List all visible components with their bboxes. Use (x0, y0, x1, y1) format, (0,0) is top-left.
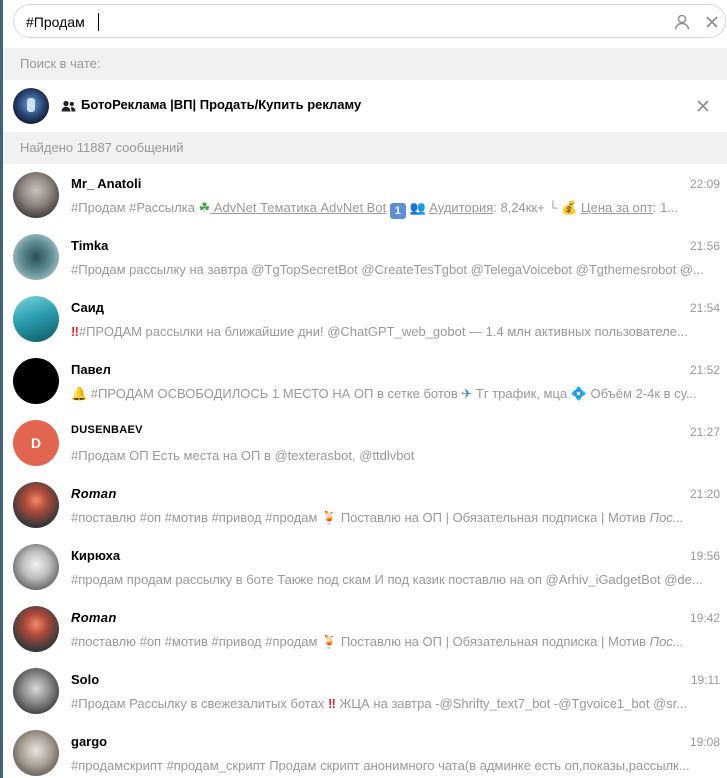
chat-title: БотоРеклама |ВП| Продать/Купить рекламу (81, 97, 362, 112)
avatar (13, 668, 59, 714)
message-time: 21:27 (689, 425, 720, 439)
list-item[interactable]: Mr_ Anatoli 22:09 #Продам #Рассылка ☘ Ad… (3, 164, 727, 226)
sender-name: Павел (71, 362, 111, 377)
preview-text: #ПРОДАМ ОСВОБОДИЛОСЬ 1 МЕСТО НА ОП в сет… (87, 386, 462, 401)
sender-name: Roman (71, 486, 117, 501)
message-preview: 🔔 #ПРОДАМ ОСВОБОДИЛОСЬ 1 МЕСТО НА ОП в с… (71, 386, 723, 402)
sender-name: Roman (71, 610, 117, 625)
search-results-list: Mr_ Anatoli 22:09 #Продам #Рассылка ☘ Ad… (3, 164, 727, 778)
preview-text: Пос... (649, 634, 684, 649)
list-item[interactable]: Solo 19:11 #Продам Рассылку в свежезалит… (3, 660, 727, 722)
list-item[interactable]: gargo 19:08 #продамскрипт #продам_скрипт… (3, 722, 727, 778)
message-preview: #поставлю #оп #мотив #привод #продам 🍹 П… (71, 510, 723, 526)
money-bag-icon: 💰 (561, 200, 582, 215)
sender-name: Кирюха (71, 548, 121, 563)
keycap-one-icon: 1 (389, 203, 406, 219)
sender-name: gargo (71, 734, 108, 749)
list-item[interactable]: D DUSENBAEV 21:27 #Продам ОП Есть места … (3, 412, 727, 474)
message-preview: #Продам рассылку на завтра @TgTopSecretB… (71, 262, 704, 277)
list-item[interactable]: Roman 19:42 #поставлю #оп #мотив #привод… (3, 598, 727, 660)
preview-link[interactable]: Тематика AdvNet Bot (256, 200, 386, 215)
message-preview: #Продам Рассылку в свежезалитых ботах ‼ … (71, 696, 723, 711)
message-preview: #продамскрипт #продам_скрипт Продам скри… (71, 758, 690, 773)
preview-text: Тг трафик, мца (472, 386, 571, 401)
preview-text: #Продам Рассылку в свежезалитых ботах (71, 696, 328, 711)
sender-name: Саид (71, 300, 105, 315)
airplane-icon: ✈ (461, 386, 473, 401)
message-time: 21:54 (689, 301, 720, 315)
message-time: 21:20 (689, 487, 720, 501)
message-preview: #поставлю #оп #мотив #привод #продам 🍹 П… (71, 634, 723, 650)
avatar (13, 172, 59, 218)
preview-text: #ПРОДАМ рассылки на ближайшие дни! @Chat… (78, 324, 688, 339)
cocktail-icon: 🍹 (321, 510, 338, 525)
message-time: 19:56 (689, 549, 720, 563)
cocktail-icon: 🍹 (321, 634, 338, 649)
sender-name: Mr_ Anatoli (71, 176, 142, 191)
avatar (13, 296, 59, 342)
message-preview: ‼#ПРОДАМ рассылки на ближайшие дни! @Cha… (71, 324, 723, 339)
avatar (13, 544, 59, 590)
avatar (13, 358, 59, 404)
double-exclamation-icon: ‼ (327, 696, 336, 711)
diamond-icon: 💠 (570, 386, 587, 401)
search-bar (3, 0, 727, 48)
chat-avatar (13, 88, 49, 124)
results-count-label: Найдено 11887 сообщений (3, 132, 727, 164)
text-caret (98, 13, 99, 31)
message-preview: #Продам #Рассылка ☘ AdvNet Тематика AdvN… (71, 200, 723, 219)
search-input[interactable] (26, 11, 586, 33)
sender-name: Timka (71, 238, 109, 253)
clear-search-icon[interactable] (702, 12, 722, 32)
message-time: 19:42 (689, 611, 720, 625)
avatar: D (13, 420, 59, 466)
search-in-chat-label: Поиск в чате: (3, 48, 727, 80)
preview-text: : 8,24кк+ └ (493, 200, 562, 215)
chat-filter-row[interactable]: БотоРеклама |ВП| Продать/Купить рекламу (3, 80, 727, 132)
preview-text: #поставлю #оп #мотив #привод #продам (71, 510, 322, 525)
list-item[interactable]: Кирюха 19:56 #продам продам рассылку в б… (3, 536, 727, 598)
preview-text: #поставлю #оп #мотив #привод #продам (71, 634, 322, 649)
message-preview: #продам продам рассылку в боте Также под… (71, 572, 703, 587)
message-time: 19:08 (689, 735, 720, 749)
bell-icon: 🔔 (71, 386, 88, 401)
sender-name: DUSENBAEV (71, 424, 143, 436)
preview-text: Пос... (649, 510, 684, 525)
avatar (13, 606, 59, 652)
preview-text: Поставлю на ОП | Обязательная подписка |… (337, 634, 650, 649)
message-time: 21:56 (689, 239, 720, 253)
preview-text: Объём 2-4к в су... (586, 386, 697, 401)
sender-name: Solo (71, 672, 100, 687)
preview-text: : 1... (652, 200, 679, 215)
preview-link[interactable]: Аудитория (429, 200, 493, 215)
avatar (13, 234, 59, 280)
user-filter-icon[interactable] (672, 12, 692, 32)
list-item[interactable]: Timka 21:56 #Продам рассылку на завтра @… (3, 226, 727, 288)
list-item[interactable]: Саид 21:54 ‼#ПРОДАМ рассылки на ближайши… (3, 288, 727, 350)
list-item[interactable]: Павел 21:52 🔔 #ПРОДАМ ОСВОБОДИЛОСЬ 1 МЕС… (3, 350, 727, 412)
list-item[interactable]: Roman 21:20 #поставлю #оп #мотив #привод… (3, 474, 727, 536)
close-icon[interactable] (695, 98, 711, 114)
avatar (13, 482, 59, 528)
message-time: 19:11 (690, 673, 720, 687)
people-icon: 👥 (405, 200, 430, 215)
avatar (13, 730, 59, 776)
message-time: 21:52 (689, 363, 720, 377)
search-box[interactable] (13, 4, 726, 38)
preview-link[interactable]: AdvNet (210, 200, 257, 215)
double-exclamation-icon: ‼ (71, 324, 79, 339)
message-preview: #Продам ОП Есть места на ОП в @texterasb… (71, 448, 415, 463)
preview-text: Поставлю на ОП | Обязательная подписка |… (337, 510, 650, 525)
avatar-letter: D (30, 435, 42, 451)
group-icon (61, 100, 76, 112)
message-time: 22:09 (689, 177, 720, 191)
preview-text: #Продам #Рассылка (71, 200, 199, 215)
preview-link[interactable]: Цена за опт (581, 200, 653, 215)
shamrock-icon: ☘ (198, 200, 211, 215)
preview-text: ЖЦА на завтра -@Shrifty_text7_bot -@Tgvo… (335, 696, 688, 711)
